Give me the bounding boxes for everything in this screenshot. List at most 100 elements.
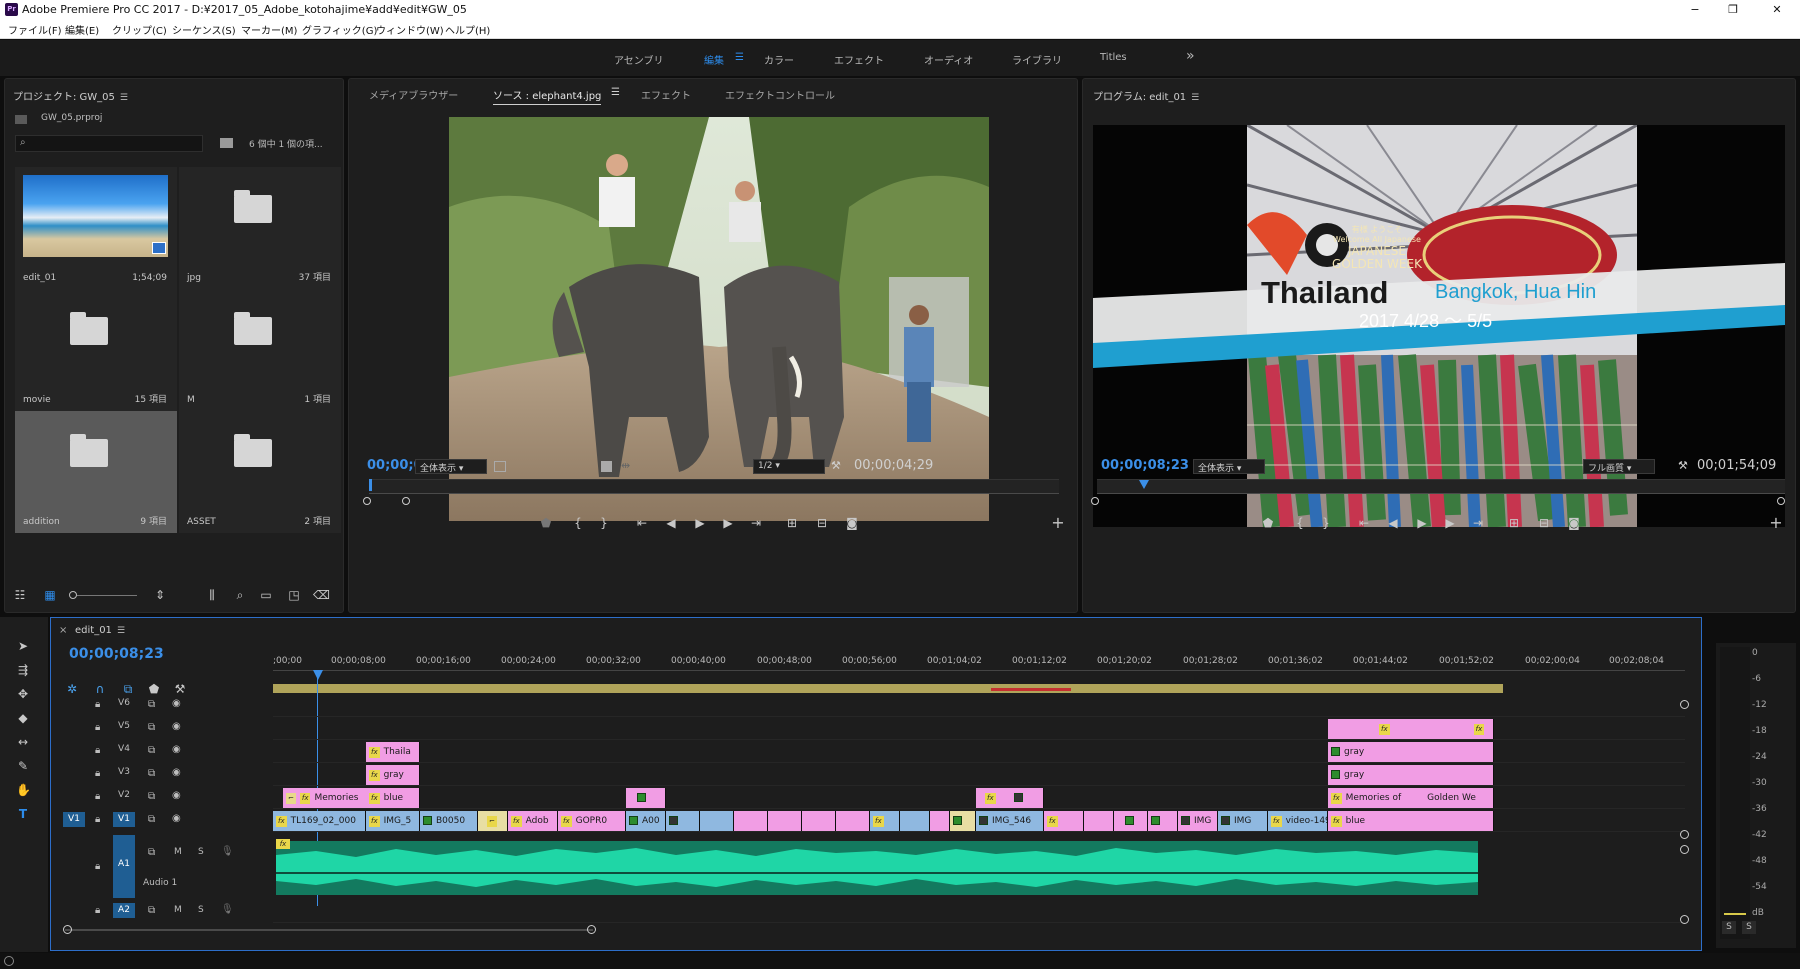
audio-vscroll-bottom[interactable] — [1680, 915, 1689, 924]
source-zoom-select[interactable]: 全体表示 ▾ — [415, 459, 487, 474]
timeline-vscroll-bottom[interactable] — [1680, 830, 1689, 839]
voice-over-icon[interactable]: 🎙︎ — [221, 846, 234, 857]
timeline-clip[interactable]: fx — [1044, 811, 1084, 831]
overwrite-clip-icon[interactable]: ⊟ — [815, 516, 829, 530]
track-row-v3[interactable]: fx gray gray — [273, 763, 1685, 786]
lock-icon[interactable]: 🔒︎ — [95, 905, 100, 916]
find-icon[interactable]: ⌕ — [233, 588, 247, 602]
timeline-clip[interactable]: fx Memories of Golden We — [1328, 788, 1494, 808]
track-name[interactable]: A2 — [113, 903, 135, 918]
track-header-v1[interactable]: V1 🔒︎ V1 ⧉ ◉ — [55, 809, 273, 832]
menu-clip[interactable]: クリップ(C) — [112, 22, 167, 37]
timeline-clip[interactable]: ⌐ — [478, 811, 508, 831]
program-time-ruler[interactable] — [1097, 479, 1785, 493]
wrench-icon[interactable]: ⚒ — [831, 459, 841, 472]
menu-help[interactable]: ヘルプ(H) — [445, 22, 490, 37]
add-marker-icon[interactable]: ⬟ — [1261, 516, 1275, 530]
timeline-clip[interactable] — [700, 811, 734, 831]
menu-marker[interactable]: マーカー(M) — [241, 22, 297, 37]
timeline-clip[interactable]: fx gray — [366, 765, 420, 785]
source-zoom-start-handle[interactable] — [363, 497, 371, 505]
audio-vscroll-top[interactable] — [1680, 845, 1689, 854]
export-frame-icon[interactable]: ◙ — [845, 516, 859, 530]
play-icon[interactable]: ▶ — [1415, 516, 1429, 530]
timeline-clip[interactable]: IMG — [1218, 811, 1268, 831]
new-bin-icon[interactable]: ▭ — [259, 588, 273, 602]
lift-icon[interactable]: ⊞ — [1507, 516, 1521, 530]
timeline-sequence-tab[interactable]: edit_01 ☰ — [75, 625, 125, 636]
bin-edit-01[interactable]: edit_01 1;54;09 — [15, 167, 177, 289]
timeline-clip[interactable] — [930, 811, 950, 831]
timeline-clip[interactable]: fx fx — [1328, 719, 1494, 739]
close-button[interactable]: ✕ — [1762, 0, 1792, 19]
track-row-v4[interactable]: fx Thaila gray — [273, 740, 1685, 763]
icon-view-icon[interactable]: ▦ — [43, 588, 57, 602]
source-resolution-select[interactable]: 1/2 ▾ — [753, 459, 825, 474]
bin-jpg[interactable]: jpg 37 項目 — [179, 167, 341, 289]
solo-right-button[interactable]: S — [1742, 921, 1756, 934]
solo-left-button[interactable]: S — [1722, 921, 1736, 934]
lock-icon[interactable]: 🔒︎ — [95, 699, 100, 710]
timeline-clip[interactable]: fx Thaila — [366, 742, 420, 762]
timeline-ruler[interactable]: ;00;00 00;00;08;00 00;00;16;00 00;00;24;… — [273, 654, 1685, 684]
sync-lock-icon[interactable]: ⧉ — [148, 814, 155, 825]
solo-button[interactable]: S — [198, 847, 204, 857]
bin-m[interactable]: M 1 項目 — [179, 289, 341, 411]
tab-source[interactable]: ソース : elephant4.jpg — [493, 87, 602, 105]
program-quality-select[interactable]: フル画質 ▾ — [1583, 459, 1655, 474]
menu-edit[interactable]: 編集(E) — [65, 22, 99, 37]
timeline-clip[interactable]: IMG_546 — [976, 811, 1044, 831]
bin-addition[interactable]: addition 9 項目 — [15, 411, 177, 533]
workspace-color[interactable]: カラー — [764, 52, 794, 67]
lock-icon[interactable]: 🔒︎ — [95, 768, 100, 779]
timeline-clip[interactable]: gray — [1328, 765, 1494, 785]
wrench-icon[interactable]: ⚒ — [1678, 459, 1688, 472]
trash-icon[interactable]: ⌫ — [313, 588, 330, 602]
timeline-clip[interactable] — [1084, 811, 1114, 831]
go-to-out-icon[interactable]: ⇥ — [1471, 516, 1485, 530]
source-zoom-bar[interactable] — [369, 493, 1059, 494]
solo-button[interactable]: S — [198, 905, 204, 915]
zoom-slider-track[interactable] — [77, 595, 137, 596]
track-header-v2[interactable]: 🔒︎ V2 ⧉ ◉ — [55, 786, 273, 809]
track-select-tool-icon[interactable]: ⇶ — [16, 663, 30, 677]
step-forward-icon[interactable]: ▶ — [721, 516, 735, 530]
project-search-input[interactable]: ⌕ — [15, 135, 203, 152]
track-row-v5[interactable]: fx fx — [273, 717, 1685, 740]
lock-icon[interactable]: 🔒︎ — [95, 861, 100, 872]
voice-over-icon[interactable]: 🎙︎ — [221, 904, 234, 915]
button-editor-icon[interactable]: + — [1051, 515, 1065, 531]
list-view-icon[interactable]: ☷ — [13, 588, 27, 602]
mark-in-icon[interactable]: { — [1293, 516, 1307, 530]
go-to-in-icon[interactable]: ⇤ — [635, 516, 649, 530]
insert-clip-icon[interactable]: ⊞ — [785, 516, 799, 530]
source-panel-menu-icon[interactable]: ☰ — [611, 87, 620, 98]
mute-button[interactable]: M — [174, 905, 182, 915]
timeline-clip[interactable]: fx TL169_02_000 — [273, 811, 366, 831]
eye-icon[interactable]: ◉ — [172, 790, 181, 801]
export-frame-icon[interactable]: ◙ — [1567, 516, 1581, 530]
program-zoom-end-handle[interactable] — [1777, 497, 1785, 505]
timeline-clip[interactable] — [626, 788, 666, 808]
timeline-clip[interactable] — [950, 811, 976, 831]
timeline-clip[interactable] — [768, 811, 802, 831]
menu-graphics[interactable]: グラフィック(G) — [302, 22, 377, 37]
timeline-hscroll-end[interactable] — [587, 925, 596, 934]
bin-movie[interactable]: movie 15 項目 — [15, 289, 177, 411]
workspace-assembly[interactable]: アセンブリ — [614, 52, 664, 67]
sync-lock-icon[interactable]: ⧉ — [148, 847, 155, 858]
add-marker-icon[interactable]: ⬟ — [539, 516, 553, 530]
source-patch-v1[interactable]: V1 — [63, 812, 85, 827]
sync-lock-icon[interactable]: ⧉ — [148, 745, 155, 756]
timeline-clip[interactable] — [734, 811, 768, 831]
extract-icon[interactable]: ⊟ — [1537, 516, 1551, 530]
sync-lock-icon[interactable]: ⧉ — [148, 791, 155, 802]
source-playhead[interactable] — [369, 479, 372, 491]
sync-lock-icon[interactable]: ⧉ — [148, 699, 155, 710]
zoom-slider-handle[interactable] — [69, 591, 77, 599]
track-row-v6[interactable] — [273, 694, 1685, 717]
lock-icon[interactable]: 🔒︎ — [95, 791, 100, 802]
timeline-clip[interactable]: A00 — [626, 811, 666, 831]
program-zoom-start-handle[interactable] — [1091, 497, 1099, 505]
timeline-clip[interactable]: fx blue — [366, 788, 420, 808]
